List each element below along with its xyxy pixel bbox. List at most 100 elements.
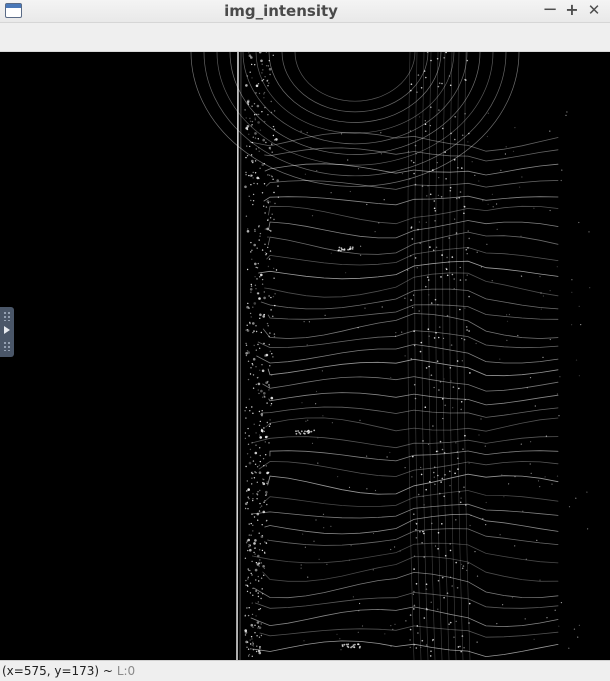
- point-sample: [259, 646, 261, 648]
- point-sample: [251, 638, 253, 640]
- point-sample: [254, 624, 256, 626]
- point-sample: [266, 481, 268, 483]
- point-sample: [251, 249, 253, 251]
- point-sample: [246, 590, 249, 593]
- point-sample: [436, 360, 439, 363]
- point-sample: [311, 215, 314, 217]
- maximize-button[interactable]: +: [563, 1, 581, 19]
- point-sample: [253, 330, 255, 332]
- point-sample: [274, 293, 276, 295]
- point-sample: [440, 481, 442, 483]
- point-sample: [437, 532, 440, 534]
- point-sample: [496, 228, 498, 230]
- image-canvas[interactable]: [0, 52, 610, 660]
- point-sample: [271, 353, 273, 355]
- point-sample: [441, 127, 444, 130]
- point-sample: [262, 458, 265, 460]
- point-sample: [259, 232, 262, 235]
- point-sample: [425, 583, 428, 586]
- point-sample: [254, 172, 257, 174]
- point-sample: [434, 545, 437, 547]
- point-sample: [551, 483, 553, 485]
- point-sample: [255, 349, 257, 351]
- point-sample: [452, 407, 454, 409]
- point-sample: [255, 444, 257, 446]
- point-sample: [254, 64, 256, 66]
- point-sample: [454, 138, 456, 141]
- point-sample: [263, 342, 265, 345]
- point-sample: [578, 305, 580, 307]
- point-sample: [249, 639, 251, 641]
- point-sample: [263, 567, 266, 570]
- point-sample: [260, 577, 263, 579]
- point-sample: [413, 513, 415, 515]
- point-sample: [424, 123, 427, 125]
- point-sample: [245, 579, 247, 582]
- point-sample: [468, 132, 470, 135]
- point-sample: [250, 522, 252, 525]
- point-sample: [414, 144, 417, 147]
- point-sample: [258, 626, 262, 630]
- point-sample: [259, 276, 261, 278]
- point-sample: [386, 456, 388, 458]
- point-sample: [425, 607, 428, 610]
- point-sample: [444, 404, 447, 407]
- point-sample: [271, 143, 273, 145]
- point-sample: [430, 650, 432, 652]
- point-sample: [253, 542, 256, 545]
- point-sample: [263, 465, 265, 467]
- point-sample: [260, 331, 262, 334]
- point-sample: [459, 266, 461, 269]
- point-sample: [358, 610, 360, 612]
- point-sample: [521, 275, 523, 277]
- point-sample: [270, 296, 272, 299]
- point-sample: [429, 655, 432, 657]
- point-sample: [268, 60, 270, 62]
- point-sample: [245, 342, 247, 345]
- point-sample: [474, 551, 476, 553]
- point-sample: [577, 636, 579, 638]
- point-sample: [268, 335, 270, 338]
- point-sample: [586, 491, 588, 493]
- point-sample: [269, 419, 271, 421]
- point-sample: [267, 236, 269, 238]
- point-sample: [468, 462, 470, 464]
- point-sample: [263, 313, 265, 316]
- point-sample: [413, 590, 415, 593]
- point-sample: [246, 480, 248, 482]
- point-sample: [451, 585, 454, 587]
- point-sample: [435, 332, 437, 334]
- point-sample: [505, 146, 507, 148]
- point-sample: [457, 457, 459, 460]
- title-bar[interactable]: img_intensity − + ✕: [0, 0, 610, 23]
- point-sample: [423, 70, 426, 72]
- point-sample: [306, 132, 308, 134]
- point-sample: [589, 287, 591, 289]
- point-sample: [252, 498, 254, 500]
- close-button[interactable]: ✕: [585, 1, 603, 19]
- side-panel-toggle[interactable]: [0, 307, 14, 357]
- point-sample: [259, 369, 261, 371]
- point-sample: [264, 354, 267, 357]
- point-sample: [252, 524, 254, 526]
- point-sample: [255, 562, 258, 564]
- point-sample: [261, 111, 263, 113]
- point-sample: [262, 69, 264, 71]
- point-sample: [269, 332, 271, 334]
- point-sample: [530, 472, 532, 474]
- point-sample: [256, 267, 259, 269]
- point-sample: [251, 477, 253, 479]
- point-sample: [247, 648, 250, 650]
- point-sample: [529, 463, 531, 465]
- point-sample: [256, 481, 258, 483]
- point-sample: [413, 161, 415, 164]
- point-sample: [345, 272, 347, 274]
- minimize-button[interactable]: −: [541, 1, 559, 19]
- point-sample: [410, 299, 412, 301]
- point-sample: [578, 375, 581, 377]
- point-sample: [261, 410, 263, 412]
- point-sample: [252, 530, 254, 532]
- point-sample: [418, 310, 421, 312]
- point-sample: [245, 84, 248, 87]
- point-sample: [248, 498, 250, 500]
